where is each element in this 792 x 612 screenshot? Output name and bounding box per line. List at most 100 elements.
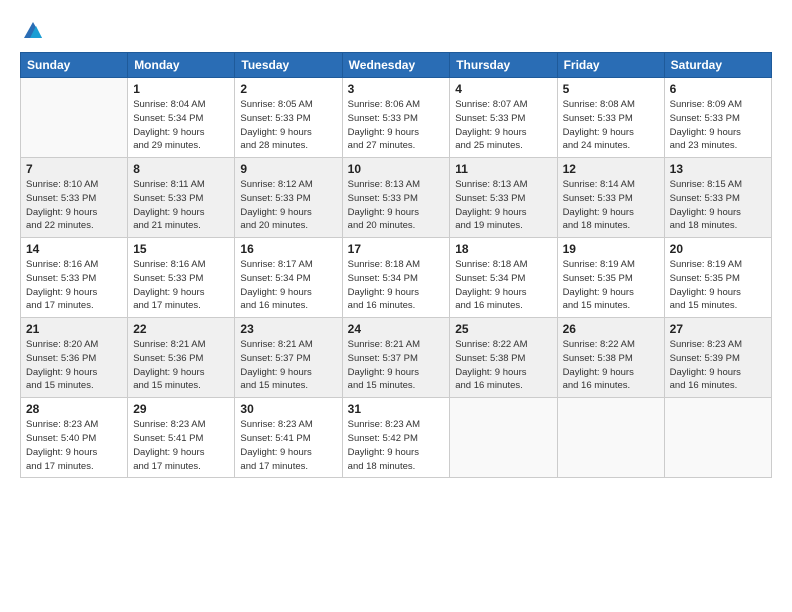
calendar-day-cell: 28Sunrise: 8:23 AM Sunset: 5:40 PM Dayli… bbox=[21, 398, 128, 478]
calendar-day-cell bbox=[557, 398, 664, 478]
calendar-week-row: 21 Sunrise: 8:20 AM Sunset: 5:36 PM Dayli… bbox=[21, 318, 772, 398]
weekday-header: Friday bbox=[557, 53, 664, 78]
day-number: 14 bbox=[26, 242, 122, 256]
day-info: Sunrise: 8:22 AM Sunset: 5:38 PM Dayligh… bbox=[563, 338, 659, 393]
weekday-header: Saturday bbox=[664, 53, 771, 78]
calendar-day-cell: 19Sunrise: 8:19 AM Sunset: 5:35 PM Dayli… bbox=[557, 238, 664, 318]
calendar-day-cell bbox=[664, 398, 771, 478]
day-number: 17 bbox=[348, 242, 445, 256]
calendar-day-cell: 22 Sunrise: 8:21 AM Sunset: 5:36 PM Dayli… bbox=[128, 318, 235, 398]
weekday-header-row: SundayMondayTuesdayWednesdayThursdayFrid… bbox=[21, 53, 772, 78]
day-info: Sunrise: 8:23 AM Sunset: 5:39 PM Dayligh… bbox=[670, 338, 766, 393]
calendar-day-cell: 27 Sunrise: 8:23 AM Sunset: 5:39 PM Dayli… bbox=[664, 318, 771, 398]
day-number: 25 bbox=[455, 322, 551, 336]
calendar-day-cell: 8 Sunrise: 8:11 AM Sunset: 5:33 PM Daylig… bbox=[128, 158, 235, 238]
calendar-day-cell: 24 Sunrise: 8:21 AM Sunset: 5:37 PM Dayli… bbox=[342, 318, 450, 398]
calendar-day-cell bbox=[21, 78, 128, 158]
day-info: Sunrise: 8:20 AM Sunset: 5:36 PM Dayligh… bbox=[26, 338, 122, 393]
day-number: 23 bbox=[240, 322, 336, 336]
day-number: 2 bbox=[240, 82, 336, 96]
day-number: 30 bbox=[240, 402, 336, 416]
calendar-week-row: 14 Sunrise: 8:16 AM Sunset: 5:33 PM Dayli… bbox=[21, 238, 772, 318]
day-number: 4 bbox=[455, 82, 551, 96]
calendar-day-cell: 7Sunrise: 8:10 AM Sunset: 5:33 PM Daylig… bbox=[21, 158, 128, 238]
weekday-header: Tuesday bbox=[235, 53, 342, 78]
day-number: 21 bbox=[26, 322, 122, 336]
calendar-day-cell: 20 Sunrise: 8:19 AM Sunset: 5:35 PM Dayli… bbox=[664, 238, 771, 318]
header bbox=[20, 16, 772, 42]
weekday-header: Sunday bbox=[21, 53, 128, 78]
calendar-day-cell: 2Sunrise: 8:05 AM Sunset: 5:33 PM Daylig… bbox=[235, 78, 342, 158]
day-info: Sunrise: 8:09 AM Sunset: 5:33 PM Dayligh… bbox=[670, 98, 766, 153]
day-info: Sunrise: 8:21 AM Sunset: 5:37 PM Dayligh… bbox=[348, 338, 445, 393]
day-info: Sunrise: 8:16 AM Sunset: 5:33 PM Dayligh… bbox=[26, 258, 122, 313]
day-info: Sunrise: 8:12 AM Sunset: 5:33 PM Dayligh… bbox=[240, 178, 336, 233]
day-info: Sunrise: 8:07 AM Sunset: 5:33 PM Dayligh… bbox=[455, 98, 551, 153]
calendar-day-cell: 14 Sunrise: 8:16 AM Sunset: 5:33 PM Dayli… bbox=[21, 238, 128, 318]
day-number: 11 bbox=[455, 162, 551, 176]
calendar-week-row: 1 Sunrise: 8:04 AM Sunset: 5:34 PM Daylig… bbox=[21, 78, 772, 158]
day-info: Sunrise: 8:23 AM Sunset: 5:42 PM Dayligh… bbox=[348, 418, 445, 473]
day-number: 24 bbox=[348, 322, 445, 336]
day-number: 31 bbox=[348, 402, 445, 416]
day-info: Sunrise: 8:16 AM Sunset: 5:33 PM Dayligh… bbox=[133, 258, 229, 313]
calendar-day-cell: 15Sunrise: 8:16 AM Sunset: 5:33 PM Dayli… bbox=[128, 238, 235, 318]
day-number: 3 bbox=[348, 82, 445, 96]
calendar-day-cell: 17 Sunrise: 8:18 AM Sunset: 5:34 PM Dayli… bbox=[342, 238, 450, 318]
day-number: 18 bbox=[455, 242, 551, 256]
calendar-day-cell: 5 Sunrise: 8:08 AM Sunset: 5:33 PM Daylig… bbox=[557, 78, 664, 158]
day-info: Sunrise: 8:23 AM Sunset: 5:41 PM Dayligh… bbox=[240, 418, 336, 473]
calendar-week-row: 28Sunrise: 8:23 AM Sunset: 5:40 PM Dayli… bbox=[21, 398, 772, 478]
day-number: 13 bbox=[670, 162, 766, 176]
day-info: Sunrise: 8:11 AM Sunset: 5:33 PM Dayligh… bbox=[133, 178, 229, 233]
day-number: 9 bbox=[240, 162, 336, 176]
day-number: 20 bbox=[670, 242, 766, 256]
weekday-header: Monday bbox=[128, 53, 235, 78]
calendar-day-cell: 9 Sunrise: 8:12 AM Sunset: 5:33 PM Daylig… bbox=[235, 158, 342, 238]
day-number: 26 bbox=[563, 322, 659, 336]
day-number: 29 bbox=[133, 402, 229, 416]
calendar-day-cell: 1 Sunrise: 8:04 AM Sunset: 5:34 PM Daylig… bbox=[128, 78, 235, 158]
day-info: Sunrise: 8:04 AM Sunset: 5:34 PM Dayligh… bbox=[133, 98, 229, 153]
day-info: Sunrise: 8:23 AM Sunset: 5:41 PM Dayligh… bbox=[133, 418, 229, 473]
day-info: Sunrise: 8:08 AM Sunset: 5:33 PM Dayligh… bbox=[563, 98, 659, 153]
day-number: 22 bbox=[133, 322, 229, 336]
day-info: Sunrise: 8:21 AM Sunset: 5:36 PM Dayligh… bbox=[133, 338, 229, 393]
day-info: Sunrise: 8:18 AM Sunset: 5:34 PM Dayligh… bbox=[348, 258, 445, 313]
day-number: 8 bbox=[133, 162, 229, 176]
day-number: 19 bbox=[563, 242, 659, 256]
calendar-day-cell: 18 Sunrise: 8:18 AM Sunset: 5:34 PM Dayli… bbox=[450, 238, 557, 318]
day-info: Sunrise: 8:13 AM Sunset: 5:33 PM Dayligh… bbox=[348, 178, 445, 233]
calendar-day-cell: 30 Sunrise: 8:23 AM Sunset: 5:41 PM Dayli… bbox=[235, 398, 342, 478]
day-info: Sunrise: 8:21 AM Sunset: 5:37 PM Dayligh… bbox=[240, 338, 336, 393]
calendar-day-cell: 6Sunrise: 8:09 AM Sunset: 5:33 PM Daylig… bbox=[664, 78, 771, 158]
logo-icon bbox=[22, 20, 44, 42]
day-number: 12 bbox=[563, 162, 659, 176]
calendar-day-cell: 21 Sunrise: 8:20 AM Sunset: 5:36 PM Dayli… bbox=[21, 318, 128, 398]
calendar-day-cell: 4 Sunrise: 8:07 AM Sunset: 5:33 PM Daylig… bbox=[450, 78, 557, 158]
day-info: Sunrise: 8:23 AM Sunset: 5:40 PM Dayligh… bbox=[26, 418, 122, 473]
day-number: 1 bbox=[133, 82, 229, 96]
day-info: Sunrise: 8:19 AM Sunset: 5:35 PM Dayligh… bbox=[670, 258, 766, 313]
day-info: Sunrise: 8:17 AM Sunset: 5:34 PM Dayligh… bbox=[240, 258, 336, 313]
day-info: Sunrise: 8:18 AM Sunset: 5:34 PM Dayligh… bbox=[455, 258, 551, 313]
day-info: Sunrise: 8:14 AM Sunset: 5:33 PM Dayligh… bbox=[563, 178, 659, 233]
calendar-day-cell: 23 Sunrise: 8:21 AM Sunset: 5:37 PM Dayli… bbox=[235, 318, 342, 398]
calendar-day-cell: 10 Sunrise: 8:13 AM Sunset: 5:33 PM Dayli… bbox=[342, 158, 450, 238]
calendar-table: SundayMondayTuesdayWednesdayThursdayFrid… bbox=[20, 52, 772, 478]
calendar-day-cell: 25 Sunrise: 8:22 AM Sunset: 5:38 PM Dayli… bbox=[450, 318, 557, 398]
weekday-header: Wednesday bbox=[342, 53, 450, 78]
calendar-week-row: 7Sunrise: 8:10 AM Sunset: 5:33 PM Daylig… bbox=[21, 158, 772, 238]
logo bbox=[20, 20, 44, 42]
page: SundayMondayTuesdayWednesdayThursdayFrid… bbox=[0, 0, 792, 612]
day-info: Sunrise: 8:06 AM Sunset: 5:33 PM Dayligh… bbox=[348, 98, 445, 153]
calendar-day-cell: 11Sunrise: 8:13 AM Sunset: 5:33 PM Dayli… bbox=[450, 158, 557, 238]
day-info: Sunrise: 8:15 AM Sunset: 5:33 PM Dayligh… bbox=[670, 178, 766, 233]
day-number: 27 bbox=[670, 322, 766, 336]
day-info: Sunrise: 8:22 AM Sunset: 5:38 PM Dayligh… bbox=[455, 338, 551, 393]
calendar-day-cell bbox=[450, 398, 557, 478]
calendar-day-cell: 26 Sunrise: 8:22 AM Sunset: 5:38 PM Dayli… bbox=[557, 318, 664, 398]
day-number: 5 bbox=[563, 82, 659, 96]
day-number: 7 bbox=[26, 162, 122, 176]
day-number: 10 bbox=[348, 162, 445, 176]
